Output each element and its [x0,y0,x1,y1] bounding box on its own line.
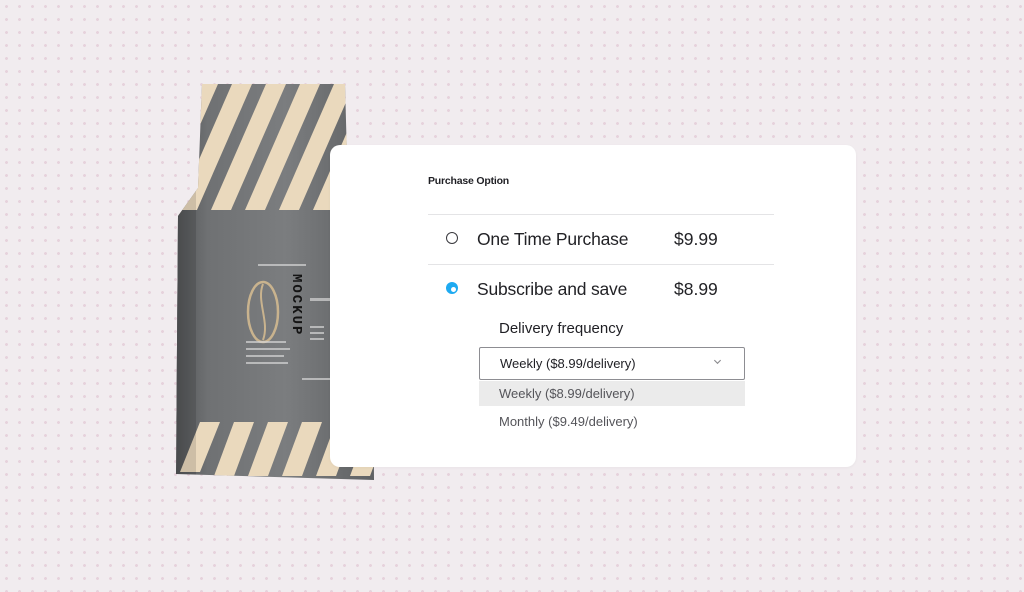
radio-unchecked-icon[interactable] [446,232,458,244]
option-price: $8.99 [674,279,718,299]
section-title: Purchase Option [428,175,510,187]
purchase-option-card: Purchase Option One Time Purchase $9.99 … [330,145,856,467]
option-label: One Time Purchase [477,229,629,249]
dropdown-option-weekly[interactable]: Weekly ($8.99/delivery) [479,381,745,406]
select-value: Weekly ($8.99/delivery) [500,356,636,371]
option-label: Subscribe and save [477,279,628,299]
chevron-down-icon [713,359,722,365]
dropdown-option-label: Monthly ($9.49/delivery) [499,414,638,429]
dropdown-option-label: Weekly ($8.99/delivery) [499,386,635,401]
delivery-frequency-label: Delivery frequency [499,320,624,337]
option-price: $9.99 [674,229,718,249]
option-subscribe-and-save[interactable]: Subscribe and save $8.99 [428,265,774,313]
bag-brand-text: MOCKUP [288,274,304,336]
option-one-time-purchase[interactable]: One Time Purchase $9.99 [428,215,774,263]
radio-checked-icon[interactable] [446,282,458,294]
delivery-frequency-select[interactable]: Weekly ($8.99/delivery) [479,347,745,380]
dropdown-option-monthly[interactable]: Monthly ($9.49/delivery) [479,409,745,434]
